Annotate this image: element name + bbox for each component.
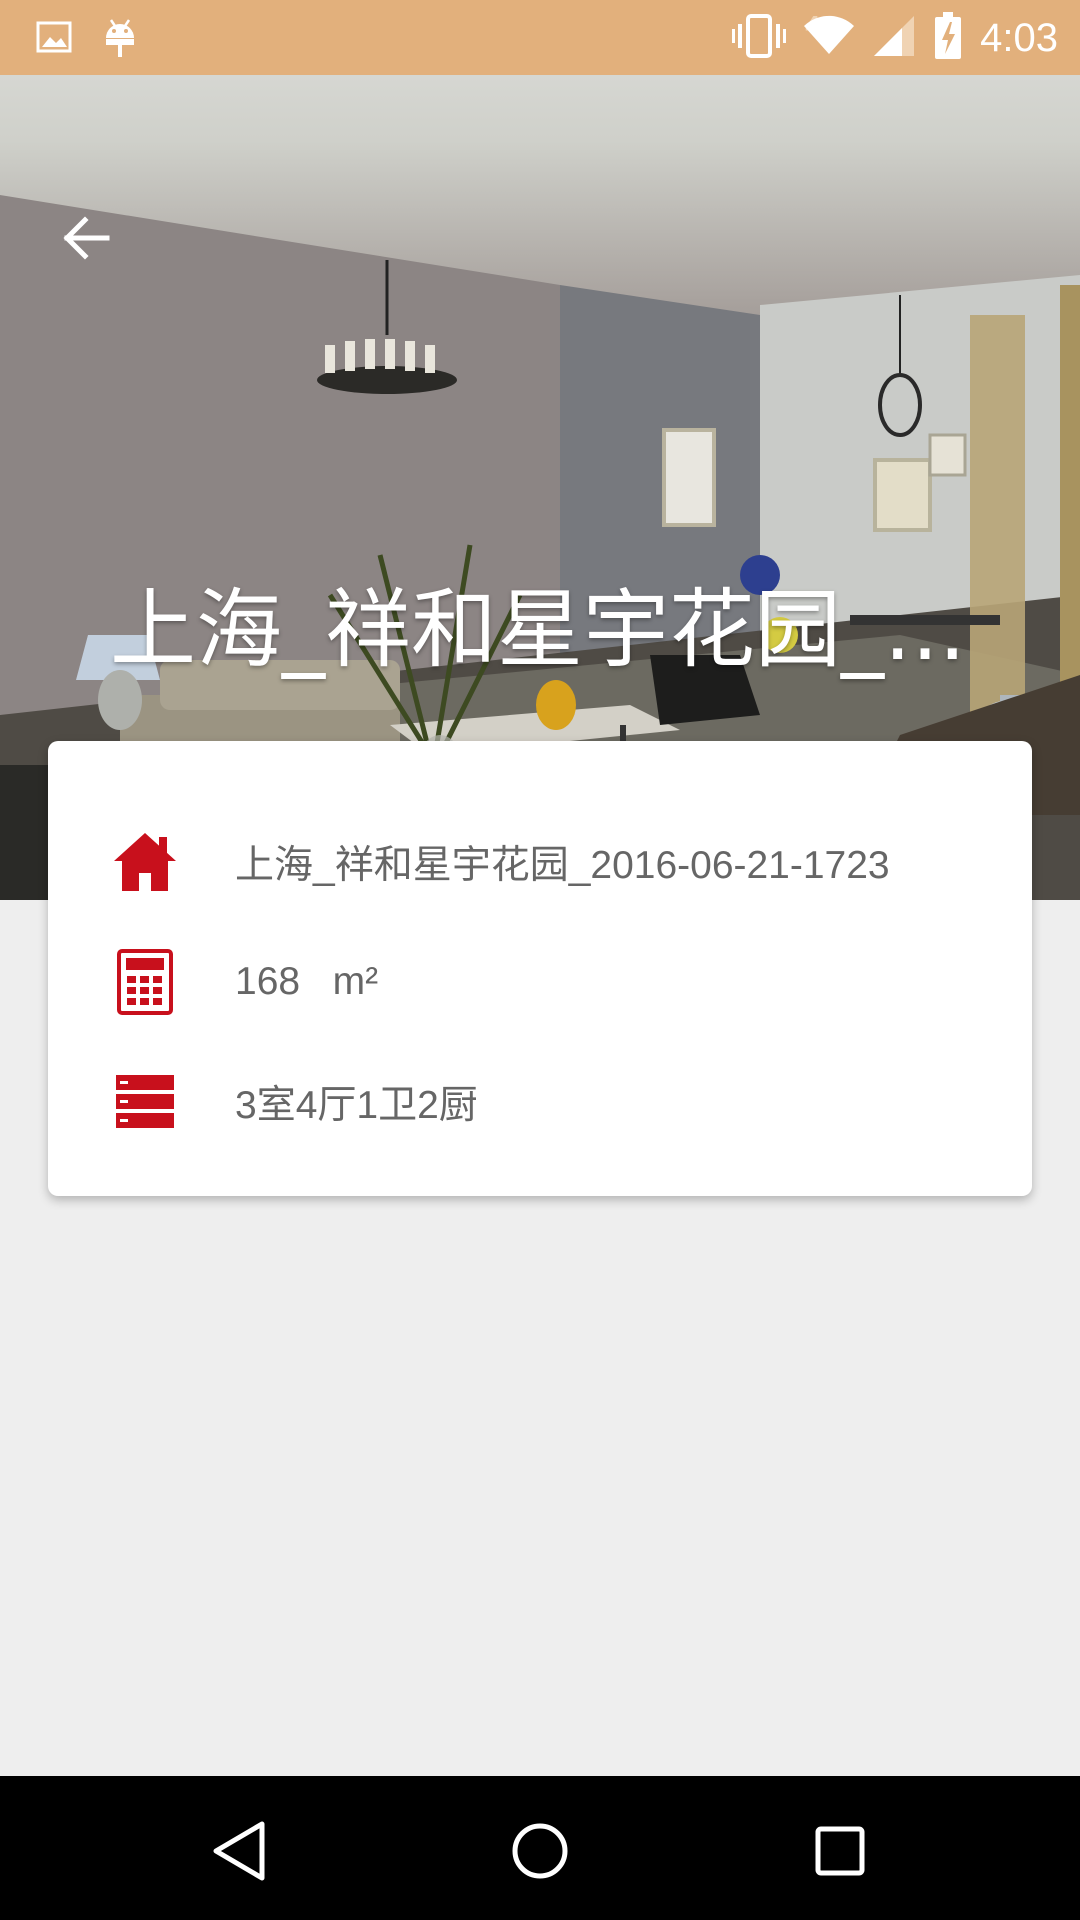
calculator-icon [110,947,180,1017]
detail-row-name: 上海_祥和星宇花园_2016-06-21-1723 [0,807,984,917]
back-arrow-icon [63,216,110,260]
image-notification-icon [36,19,72,59]
navigation-bar [0,1776,1080,1920]
wifi-icon [804,15,855,60]
status-bar: 4G 4:03 [0,0,1080,75]
vibrate-icon [732,14,787,62]
area-value: 168 [235,960,301,1003]
area-unit: m² [332,960,379,1003]
recents-square-icon [815,1826,865,1876]
nav-back-button[interactable] [195,1806,285,1896]
room-layout: 3室4厅1卫2厨 [235,1084,478,1127]
nav-home-button[interactable] [495,1806,585,1896]
server-list-icon [110,1067,180,1137]
area-text: 168 m² [235,960,378,1004]
page-title: 上海_祥和星宇花园_... [110,580,967,680]
detail-row-area: 168 m² [0,927,984,1037]
android-notification-icon [102,14,138,64]
status-time: 4:03 [980,15,1058,60]
nav-recents-button[interactable] [795,1806,885,1896]
detail-row-layout: 3室4厅1卫2厨 [0,1047,984,1157]
battery-charging-icon [934,12,962,64]
home-icon [110,827,180,897]
home-circle-icon [512,1823,568,1879]
plan-name: 上海_祥和星宇花园_2016-06-21-1723 [235,844,890,887]
cell-signal-icon [872,14,916,62]
back-triangle-icon [213,1821,265,1881]
back-button[interactable] [52,205,118,271]
